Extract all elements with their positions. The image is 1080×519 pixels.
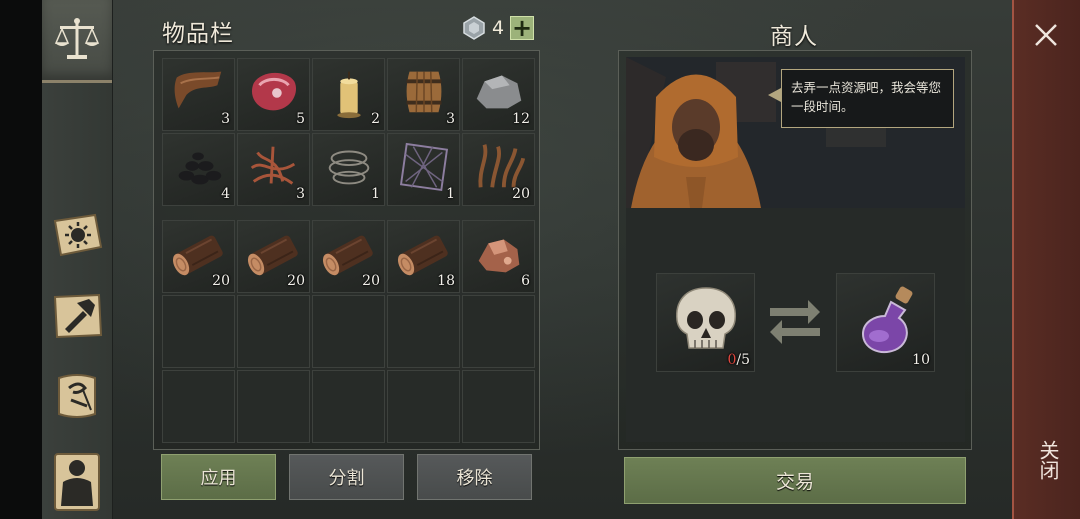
item-count: 20: [362, 273, 380, 289]
empty-inventory-slot[interactable]: [237, 370, 310, 443]
merchant-title: 商人: [770, 24, 818, 50]
speech-tail: [768, 88, 781, 102]
empty-inventory-slot[interactable]: [462, 370, 535, 443]
item-count: 3: [296, 186, 305, 202]
crafting-hammer-icon: [53, 293, 103, 339]
trade-receive-count: 10: [912, 352, 930, 368]
trade-give-count: 0/5: [727, 352, 750, 368]
item-count: 2: [371, 111, 380, 127]
inventory-slot[interactable]: 3: [162, 58, 235, 131]
coal-icon: [178, 152, 222, 185]
empty-inventory-slot[interactable]: [162, 295, 235, 368]
inventory-slot[interactable]: 3: [237, 133, 310, 206]
empty-inventory-slot[interactable]: [462, 295, 535, 368]
silver-gem-icon: [463, 16, 485, 40]
item-count: 4: [221, 186, 230, 202]
add-currency-button[interactable]: +: [510, 16, 535, 40]
trade-button[interactable]: 交易: [624, 457, 966, 504]
merchant-speech-bubble: 去弄一点资源吧，我会等您一段时间。: [781, 69, 954, 128]
inventory-slot[interactable]: 20: [462, 133, 535, 206]
empty-inventory-slot[interactable]: [162, 370, 235, 443]
inventory-slot[interactable]: 3: [387, 58, 460, 131]
apply-button[interactable]: 应用: [161, 454, 276, 500]
inventory-slot[interactable]: 20: [162, 220, 235, 293]
purple-potion-icon: [861, 286, 913, 353]
item-count: 1: [371, 186, 380, 202]
swap-arrows-icon: [770, 300, 820, 344]
inventory-slot[interactable]: 20: [237, 220, 310, 293]
remove-button[interactable]: 移除: [417, 454, 532, 500]
inventory-slot[interactable]: 20: [312, 220, 385, 293]
item-count: 1: [446, 186, 455, 202]
inventory-slot[interactable]: 2: [312, 58, 385, 131]
inventory-slot[interactable]: 5: [237, 58, 310, 131]
empty-inventory-slot[interactable]: [312, 295, 385, 368]
skull-icon: [676, 287, 736, 349]
item-count: 5: [296, 111, 305, 127]
currency-value: 4: [492, 17, 505, 39]
inventory-slot[interactable]: 18: [387, 220, 460, 293]
trade-give-slot[interactable]: 0/5: [656, 273, 755, 372]
copper-ore-icon: [478, 239, 520, 273]
item-count: 12: [512, 111, 530, 127]
scales-icon: [54, 18, 100, 59]
barrel-icon: [406, 71, 442, 113]
item-count: 20: [287, 273, 305, 289]
item-count: 20: [512, 186, 530, 202]
item-count: 18: [437, 273, 455, 289]
item-count: 3: [446, 111, 455, 127]
quest-scroll-icon: [58, 374, 96, 418]
inventory-slot[interactable]: 12: [462, 58, 535, 131]
character-icon: [54, 453, 100, 511]
close-label[interactable]: 关闭: [1029, 440, 1063, 480]
empty-inventory-slot[interactable]: [312, 370, 385, 443]
currency-display: 4 +: [462, 16, 535, 40]
sidebar-item-map[interactable]: [42, 205, 112, 265]
inventory-slot[interactable]: 1: [387, 133, 460, 206]
sun-scroll-icon: [53, 213, 103, 257]
empty-inventory-slot[interactable]: [387, 370, 460, 443]
inventory-slot[interactable]: 1: [312, 133, 385, 206]
trade-give-need: /5: [736, 352, 750, 368]
roots-icon: [250, 146, 296, 185]
net-icon: [399, 142, 449, 192]
split-button[interactable]: 分割: [289, 454, 404, 500]
inventory-slot[interactable]: 4: [162, 133, 235, 206]
inventory-slot[interactable]: 6: [462, 220, 535, 293]
candle-icon: [337, 71, 361, 119]
trade-receive-slot[interactable]: 10: [836, 273, 935, 372]
item-count: 20: [212, 273, 230, 289]
left-edge: [0, 0, 42, 519]
sidebar-item-quests[interactable]: [42, 366, 112, 426]
item-count: 6: [521, 273, 530, 289]
leather-icon: [174, 71, 222, 109]
empty-inventory-slot[interactable]: [387, 295, 460, 368]
inventory-title: 物品栏: [162, 21, 234, 47]
raw-meat-icon: [251, 72, 297, 111]
item-count: 3: [221, 111, 230, 127]
close-icon[interactable]: [1031, 20, 1061, 50]
empty-inventory-slot[interactable]: [237, 295, 310, 368]
sidebar: [42, 0, 113, 519]
sidebar-item-character[interactable]: [42, 446, 112, 516]
sidebar-item-trade[interactable]: [42, 0, 112, 83]
sidebar-item-crafting[interactable]: [42, 286, 112, 346]
rope-icon: [328, 150, 370, 185]
